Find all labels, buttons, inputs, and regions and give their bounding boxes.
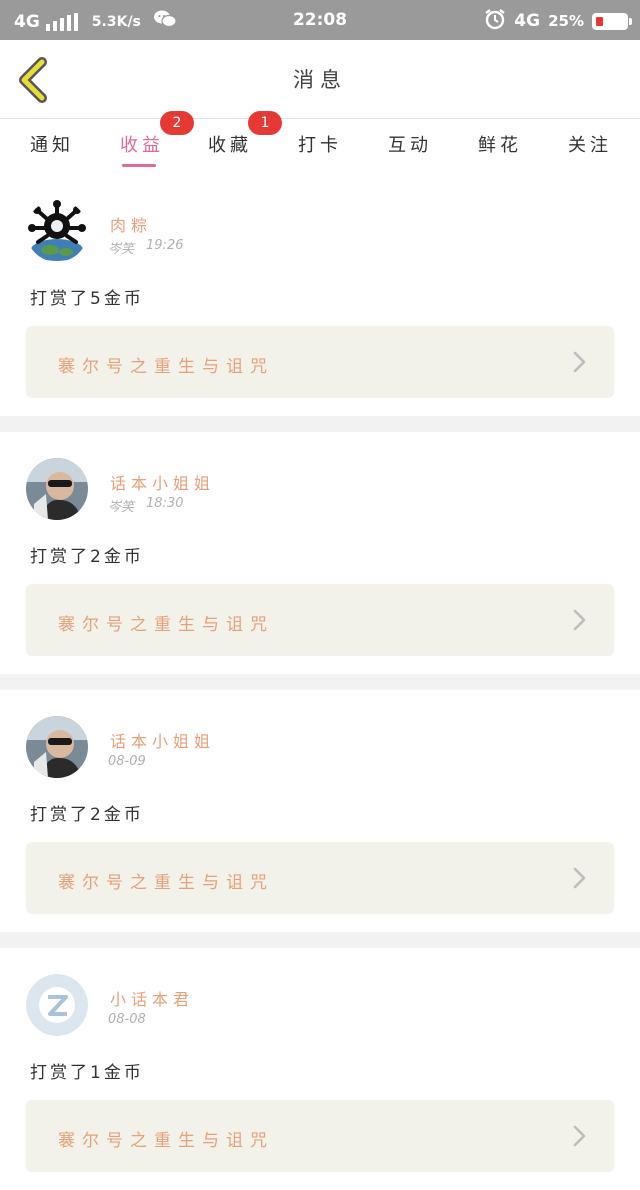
divider	[0, 416, 640, 432]
avatar[interactable]	[26, 200, 88, 262]
meta-info: 08-08	[108, 1012, 146, 1027]
tab-flowers[interactable]: 鲜花	[478, 131, 522, 157]
timestamp: 08-09	[108, 754, 146, 769]
list-item: 话本小姐姐 08-09 打赏了2金币 褰尔号之重生与诅咒	[0, 690, 640, 932]
book-title: 褰尔号之重生与诅咒	[58, 615, 274, 635]
meta-info: 岑笑 19:26	[108, 238, 183, 257]
divider	[0, 674, 640, 690]
timestamp: 19:26	[146, 238, 184, 253]
tab-label: 收益	[120, 135, 164, 156]
book-link[interactable]: 褰尔号之重生与诅咒	[26, 326, 614, 398]
status-right: 4G 25%	[484, 8, 632, 34]
reward-message: 打赏了5金币	[30, 289, 144, 309]
reward-message: 打赏了2金币	[30, 805, 144, 825]
username[interactable]: 小话本君	[110, 986, 194, 1010]
avatar[interactable]	[26, 974, 88, 1036]
book-title: 褰尔号之重生与诅咒	[58, 873, 274, 893]
tab-earnings[interactable]: 收益 2	[120, 111, 194, 167]
alarm-icon	[484, 8, 506, 34]
tab-label: 互动	[388, 135, 432, 156]
meta-info: 岑笑 18:30	[108, 496, 183, 515]
book-link[interactable]: 褰尔号之重生与诅咒	[26, 842, 614, 914]
chevron-right-icon	[573, 1125, 586, 1147]
chevron-right-icon	[573, 351, 586, 373]
tab-notice[interactable]: 通知	[30, 131, 74, 157]
network-type-right: 4G	[514, 11, 541, 31]
tab-label: 通知	[30, 135, 74, 156]
username[interactable]: 话本小姐姐	[110, 728, 215, 752]
book-link[interactable]: 褰尔号之重生与诅咒	[26, 1100, 614, 1172]
tab-bar: 通知 收益 2 收藏 1 打卡 互动 鲜花 关注	[0, 111, 640, 174]
book-title: 褰尔号之重生与诅咒	[58, 1131, 274, 1151]
list-item: 小话本君 08-08 打赏了1金币 褰尔号之重生与诅咒	[0, 948, 640, 1190]
earnings-badge: 2	[160, 111, 194, 135]
battery-icon	[592, 12, 632, 30]
page-title: 消息	[293, 68, 347, 92]
book-title: 褰尔号之重生与诅咒	[58, 357, 274, 377]
chevron-right-icon	[573, 609, 586, 631]
timestamp: 08-08	[108, 1012, 146, 1027]
tab-label: 关注	[568, 135, 612, 156]
username[interactable]: 话本小姐姐	[110, 470, 215, 494]
app-header: 消息	[0, 40, 640, 119]
avatar[interactable]	[26, 458, 88, 520]
tab-favorites[interactable]: 收藏 1	[208, 111, 282, 157]
tab-interaction[interactable]: 互动	[388, 131, 432, 157]
list-item: 肉粽 岑笑 19:26 打赏了5金币 褰尔号之重生与诅咒	[0, 174, 640, 416]
timestamp: 18:30	[146, 496, 184, 511]
status-bar: 4G 5.3K/s 22:08 4G 25%	[0, 0, 640, 40]
tab-checkin[interactable]: 打卡	[298, 131, 342, 157]
user-level: 岑笑	[108, 242, 135, 257]
tab-follows[interactable]: 关注	[568, 131, 612, 157]
tab-label: 打卡	[298, 135, 342, 156]
favorites-badge: 1	[248, 111, 282, 135]
book-link[interactable]: 褰尔号之重生与诅咒	[26, 584, 614, 656]
reward-message: 打赏了2金币	[30, 547, 144, 567]
avatar[interactable]	[26, 716, 88, 778]
tab-label: 鲜花	[478, 135, 522, 156]
username[interactable]: 肉粽	[110, 212, 152, 236]
divider	[0, 932, 640, 948]
reward-message: 打赏了1金币	[30, 1063, 144, 1083]
battery-percent: 25%	[548, 12, 584, 30]
meta-info: 08-09	[108, 754, 146, 769]
tab-label: 收藏	[208, 135, 252, 156]
active-tab-indicator	[122, 164, 156, 167]
list-item: 话本小姐姐 岑笑 18:30 打赏了2金币 褰尔号之重生与诅咒	[0, 432, 640, 674]
user-level: 岑笑	[108, 500, 135, 515]
chevron-right-icon	[573, 867, 586, 889]
